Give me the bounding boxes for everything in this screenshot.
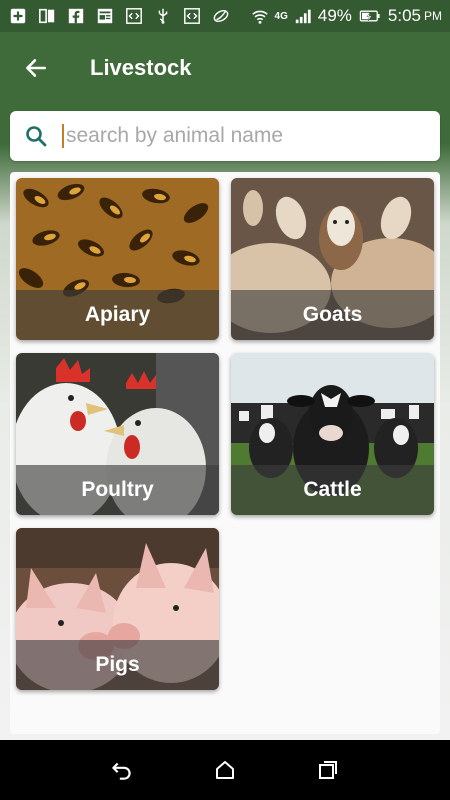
app-bar: Livestock: [0, 32, 450, 104]
news-icon: [95, 6, 115, 26]
dual-sim-icon: [37, 6, 57, 26]
card-label-band: Cattle: [231, 465, 434, 515]
clock-suffix: PM: [424, 9, 442, 23]
battery-charging-icon: [357, 6, 383, 26]
search-input[interactable]: [62, 124, 422, 148]
facebook-icon: [66, 6, 86, 26]
search-icon[interactable]: [24, 124, 48, 148]
card-label: Goats: [302, 303, 363, 326]
network-type: 4G: [274, 10, 288, 22]
clock-time: 5:05: [387, 6, 421, 25]
search-bar[interactable]: [10, 111, 440, 161]
animal-card-apiary[interactable]: Apiary: [16, 178, 219, 340]
card-label-band: Poultry: [16, 465, 219, 515]
signal-icon: [293, 6, 313, 26]
card-label: Poultry: [81, 478, 154, 501]
usb-icon: [153, 6, 173, 26]
code-icon: [124, 6, 144, 26]
animal-card-cattle[interactable]: Cattle: [231, 353, 434, 515]
home-icon: [215, 761, 234, 779]
card-label: Apiary: [84, 303, 151, 326]
card-label-band: Goats: [231, 290, 434, 340]
animal-grid: Apiary Goats Poultry Cattle Pigs: [10, 172, 440, 734]
system-nav-bar: [0, 740, 450, 800]
card-label-band: Pigs: [16, 640, 219, 690]
back-button[interactable]: [16, 48, 56, 88]
code-icon: [182, 6, 202, 26]
nav-back-button[interactable]: [102, 750, 142, 790]
nav-recents-button[interactable]: [308, 750, 348, 790]
card-label: Cattle: [303, 478, 362, 501]
add-square-icon: [8, 6, 28, 26]
page-title: Livestock: [90, 55, 192, 80]
system-status: 4G 49% 5:05 PM: [250, 6, 442, 26]
swirl-icon: [211, 6, 231, 26]
notification-icons: [8, 6, 231, 26]
nav-home-button[interactable]: [205, 750, 245, 790]
card-label-band: Apiary: [16, 290, 219, 340]
back-icon: [111, 762, 131, 780]
status-bar: 4G 49% 5:05 PM: [0, 0, 450, 32]
recents-icon: [319, 761, 338, 779]
animal-card-poultry[interactable]: Poultry: [16, 353, 219, 515]
wifi-icon: [250, 6, 270, 26]
arrow-back-icon: [26, 59, 46, 77]
battery-percent: 49%: [317, 6, 352, 25]
card-label: Pigs: [95, 653, 140, 676]
animal-card-pigs[interactable]: Pigs: [16, 528, 219, 690]
animal-card-goats[interactable]: Goats: [231, 178, 434, 340]
